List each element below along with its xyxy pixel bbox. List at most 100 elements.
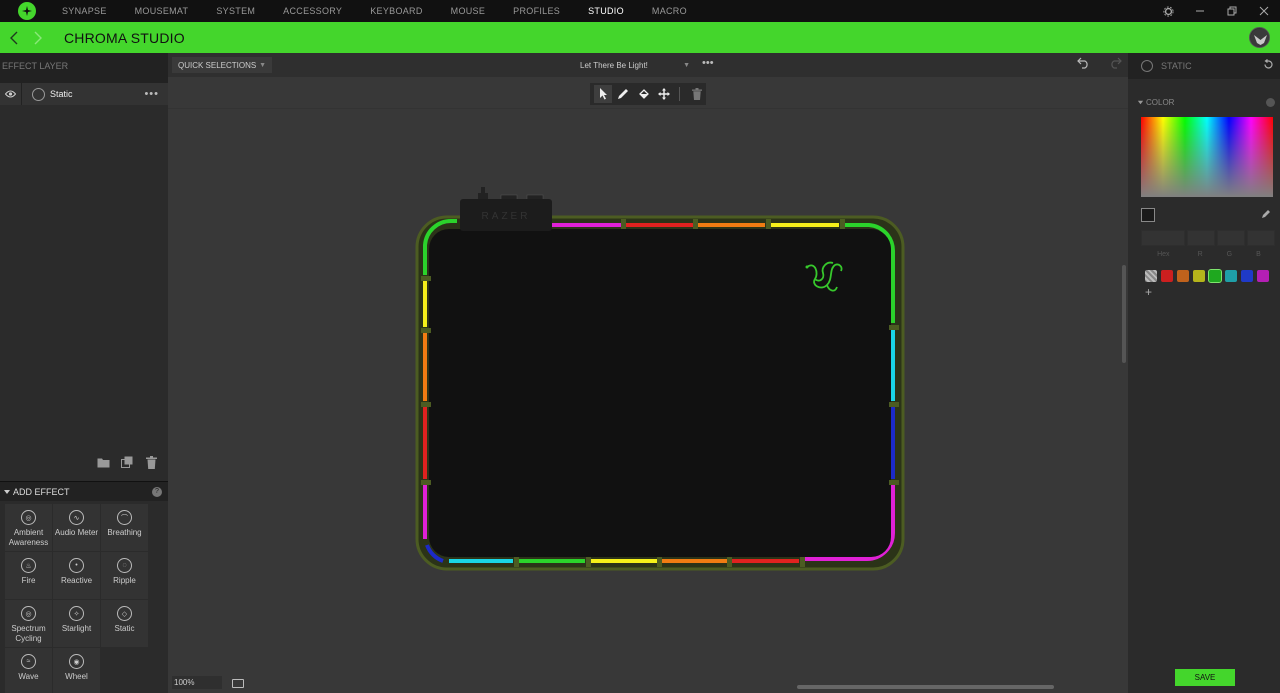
- preset-swatch-green[interactable]: [1208, 269, 1222, 283]
- nav-item-system[interactable]: SYSTEM: [202, 0, 269, 22]
- preset-dropdown[interactable]: Let There Be Light! ▼: [580, 57, 690, 73]
- ambient-awareness-icon: ◎: [21, 510, 36, 525]
- caret-down-icon: [1137, 100, 1144, 105]
- effect-fire[interactable]: ♨ Fire: [5, 552, 52, 599]
- properties-header: STATIC: [1128, 53, 1280, 79]
- preset-swatch-orange[interactable]: [1177, 270, 1189, 282]
- hex-input[interactable]: [1141, 230, 1185, 246]
- delete-layer-icon[interactable]: [144, 455, 158, 469]
- horizontal-scrollbar[interactable]: [797, 685, 1054, 689]
- zoom-level[interactable]: 100%: [172, 676, 222, 689]
- keyboard-icon[interactable]: [232, 679, 244, 688]
- save-button[interactable]: SAVE: [1175, 669, 1235, 686]
- eyedropper-icon[interactable]: [1261, 208, 1272, 222]
- close-icon[interactable]: [1248, 0, 1280, 22]
- effect-label: Spectrum Cycling: [11, 624, 46, 643]
- visibility-eye-icon[interactable]: [0, 83, 22, 105]
- fill-bucket-tool-icon[interactable]: [634, 85, 652, 103]
- avatar[interactable]: [1249, 27, 1270, 48]
- vertical-scrollbar[interactable]: [1122, 265, 1126, 363]
- duplicate-icon[interactable]: [120, 455, 134, 469]
- folder-icon[interactable]: [96, 455, 110, 469]
- mousemat-device: RAZER: [415, 187, 905, 571]
- pointer-tool-icon[interactable]: [594, 85, 613, 103]
- reset-icon[interactable]: [1263, 59, 1274, 73]
- effect-label: Reactive: [60, 576, 93, 585]
- effect-label: Starlight: [61, 624, 92, 633]
- effect-reactive[interactable]: • Reactive: [53, 552, 100, 599]
- static-effect-icon: [1141, 60, 1153, 72]
- settings-gear-icon[interactable]: [1152, 0, 1184, 22]
- effect-breathing[interactable]: ⌒ Breathing: [101, 504, 148, 551]
- forward-arrow-icon[interactable]: [26, 22, 50, 53]
- layer-row-static[interactable]: Static •••: [0, 83, 168, 105]
- effect-label: Audio Meter: [54, 528, 99, 537]
- effect-label: Breathing: [107, 528, 142, 537]
- effect-audio-meter[interactable]: ∿ Audio Meter: [53, 504, 100, 551]
- ripple-icon: ◌: [117, 558, 132, 573]
- color-inputs: [1141, 230, 1275, 246]
- nav-item-mouse[interactable]: MOUSE: [437, 0, 500, 22]
- nav-item-macro[interactable]: MACRO: [638, 0, 701, 22]
- b-label: B: [1256, 251, 1261, 258]
- effect-label: Static: [114, 624, 135, 633]
- redo-icon[interactable]: [1109, 57, 1122, 72]
- nav-item-mousemat[interactable]: MOUSEMAT: [121, 0, 203, 22]
- r-input[interactable]: [1187, 230, 1215, 246]
- nav-item-profiles[interactable]: PROFILES: [499, 0, 574, 22]
- minimize-icon[interactable]: [1184, 0, 1216, 22]
- effect-wave[interactable]: ≈ Wave: [5, 648, 52, 693]
- nav-item-accessory[interactable]: ACCESSORY: [269, 0, 356, 22]
- color-input-labels: Hex R G B: [1141, 251, 1273, 258]
- add-color-icon[interactable]: +: [1145, 285, 1152, 299]
- effect-ripple[interactable]: ◌ Ripple: [101, 552, 148, 599]
- help-icon[interactable]: ?: [152, 486, 162, 497]
- b-input[interactable]: [1247, 230, 1275, 246]
- r-label: R: [1197, 251, 1203, 258]
- undo-icon[interactable]: [1077, 57, 1090, 72]
- static-effect-icon: [32, 87, 45, 101]
- restore-icon[interactable]: [1216, 0, 1248, 22]
- chevron-down-icon: ▼: [683, 61, 690, 69]
- nav-item-studio[interactable]: STUDIO: [574, 0, 638, 22]
- layer-name: Static: [50, 89, 73, 99]
- g-input[interactable]: [1217, 230, 1245, 246]
- preset-swatch-red[interactable]: [1161, 270, 1173, 282]
- preset-swatch-cyan[interactable]: [1225, 270, 1237, 282]
- layer-tools: [96, 455, 158, 469]
- nav-item-keyboard[interactable]: KEYBOARD: [356, 0, 436, 22]
- move-tool-icon[interactable]: [655, 85, 673, 103]
- current-color-swatch[interactable]: [1141, 208, 1155, 222]
- color-section-header[interactable]: COLOR: [1137, 98, 1275, 107]
- nav-item-synapse[interactable]: SYNAPSE: [48, 0, 121, 22]
- effect-layer-title: EFFECT LAYER: [0, 53, 168, 83]
- effect-spectrum-cycling[interactable]: ◎ Spectrum Cycling: [5, 600, 52, 647]
- preset-swatch-blue[interactable]: [1241, 270, 1253, 282]
- effect-static[interactable]: ◇ Static: [101, 600, 148, 647]
- effect-ambient-awareness[interactable]: ◎ Ambient Awareness: [5, 504, 52, 551]
- quick-selections-dropdown[interactable]: QUICK SELECTIONS ▼: [172, 57, 272, 73]
- add-effect-header[interactable]: ADD EFFECT ?: [0, 481, 168, 501]
- chevron-down-icon: ▼: [259, 61, 266, 69]
- properties-title: STATIC: [1161, 61, 1192, 71]
- preset-swatch-magenta[interactable]: [1257, 270, 1269, 282]
- transparent-swatch[interactable]: [1145, 270, 1157, 282]
- effects-grid: ◎ Ambient Awareness ∿ Audio Meter ⌒ Breat…: [5, 504, 150, 693]
- delete-icon[interactable]: [688, 85, 706, 103]
- razer-logo-icon[interactable]: [16, 0, 38, 22]
- wave-icon: ≈: [21, 654, 36, 669]
- pencil-tool-icon[interactable]: [614, 85, 632, 103]
- effect-starlight[interactable]: ✧ Starlight: [53, 600, 100, 647]
- more-options-icon[interactable]: •••: [144, 88, 159, 100]
- chroma-studio-header: CHROMA STUDIO: [0, 22, 1280, 53]
- color-section-title: COLOR: [1146, 98, 1175, 107]
- effect-layer-panel: EFFECT LAYER Static ••• ADD EFFECT ? ◎ A…: [0, 53, 168, 693]
- back-arrow-icon[interactable]: [2, 22, 26, 53]
- effect-wheel[interactable]: ◉ Wheel: [53, 648, 100, 693]
- preset-more-icon[interactable]: •••: [702, 57, 714, 69]
- preset-swatch-yellow[interactable]: [1193, 270, 1205, 282]
- help-icon[interactable]: [1266, 98, 1275, 107]
- color-picker-spectrum[interactable]: [1141, 117, 1273, 197]
- effect-label: Ripple: [113, 576, 136, 585]
- static-icon: ◇: [117, 606, 132, 621]
